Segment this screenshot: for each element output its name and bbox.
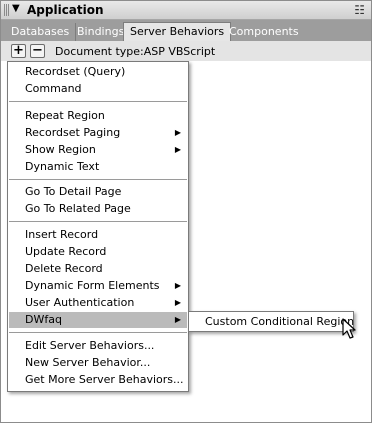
dwfaq-submenu: Custom Conditional Region xyxy=(188,311,354,332)
menu-item-go-to-detail-page[interactable]: Go To Detail Page xyxy=(9,184,187,200)
tab-databases[interactable]: Databases xyxy=(5,23,77,41)
remove-server-behavior-button[interactable]: − xyxy=(30,44,45,58)
menu-item-command[interactable]: Command xyxy=(9,81,187,97)
panel-title: Application xyxy=(27,3,104,17)
menu-item-label: Recordset Paging xyxy=(25,126,121,139)
gripper-icon[interactable] xyxy=(4,4,9,16)
menu-item-get-more-server-behaviors[interactable]: Get More Server Behaviors... xyxy=(9,372,187,388)
menu-separator xyxy=(9,101,187,102)
collapse-arrow-icon[interactable]: ▼ xyxy=(12,3,20,14)
menu-item-show-region[interactable]: Show Region ▶ xyxy=(9,142,187,158)
menu-item-dynamic-text[interactable]: Dynamic Text xyxy=(9,159,187,175)
menu-item-recordset[interactable]: Recordset (Query) xyxy=(9,64,187,80)
add-server-behavior-button[interactable]: + xyxy=(11,44,26,58)
menu-separator xyxy=(9,332,187,333)
menu-separator xyxy=(9,221,187,222)
menu-item-dynamic-form-elements[interactable]: Dynamic Form Elements ▶ xyxy=(9,278,187,294)
submenu-arrow-icon: ▶ xyxy=(174,315,181,324)
server-behaviors-toolbar: + − Document type:ASP VBScript xyxy=(1,41,371,61)
menu-item-label: DWfaq xyxy=(25,313,62,326)
menu-item-edit-server-behaviors[interactable]: Edit Server Behaviors... xyxy=(9,338,187,354)
mouse-pointer-icon xyxy=(342,318,356,339)
submenu-arrow-icon: ▶ xyxy=(174,298,181,307)
submenu-arrow-icon: ▶ xyxy=(174,281,181,290)
menu-item-update-record[interactable]: Update Record xyxy=(9,244,187,260)
menu-item-new-server-behavior[interactable]: New Server Behavior... xyxy=(9,355,187,371)
menu-item-delete-record[interactable]: Delete Record xyxy=(9,261,187,277)
menu-item-go-to-related-page[interactable]: Go To Related Page xyxy=(9,201,187,217)
menu-item-label: User Authentication xyxy=(25,296,135,309)
menu-item-label: Show Region xyxy=(25,143,96,156)
menu-item-recordset-paging[interactable]: Recordset Paging ▶ xyxy=(9,125,187,141)
menu-separator xyxy=(9,179,187,180)
menu-item-repeat-region[interactable]: Repeat Region xyxy=(9,108,187,124)
panel-options-icon[interactable]: ☷ xyxy=(354,3,365,17)
menu-item-user-authentication[interactable]: User Authentication ▶ xyxy=(9,295,187,311)
add-server-behavior-menu: Recordset (Query) Command Repeat Region … xyxy=(7,61,189,392)
menu-item-label: Dynamic Form Elements xyxy=(25,279,160,292)
submenu-item-custom-conditional-region[interactable]: Custom Conditional Region xyxy=(190,313,354,330)
tab-server-behaviors[interactable]: Server Behaviors xyxy=(123,22,232,41)
tab-bar: Databases Bindings Server Behaviors Comp… xyxy=(1,20,371,41)
submenu-arrow-icon: ▶ xyxy=(174,128,181,137)
document-type-label: Document type:ASP VBScript xyxy=(55,45,216,58)
tab-components[interactable]: Components xyxy=(223,23,305,41)
submenu-arrow-icon: ▶ xyxy=(174,145,181,154)
panel-title-bar[interactable]: ▼ Application ☷ xyxy=(1,1,371,20)
menu-item-insert-record[interactable]: Insert Record xyxy=(9,227,187,243)
menu-item-dwfaq[interactable]: DWfaq ▶ xyxy=(9,312,187,328)
